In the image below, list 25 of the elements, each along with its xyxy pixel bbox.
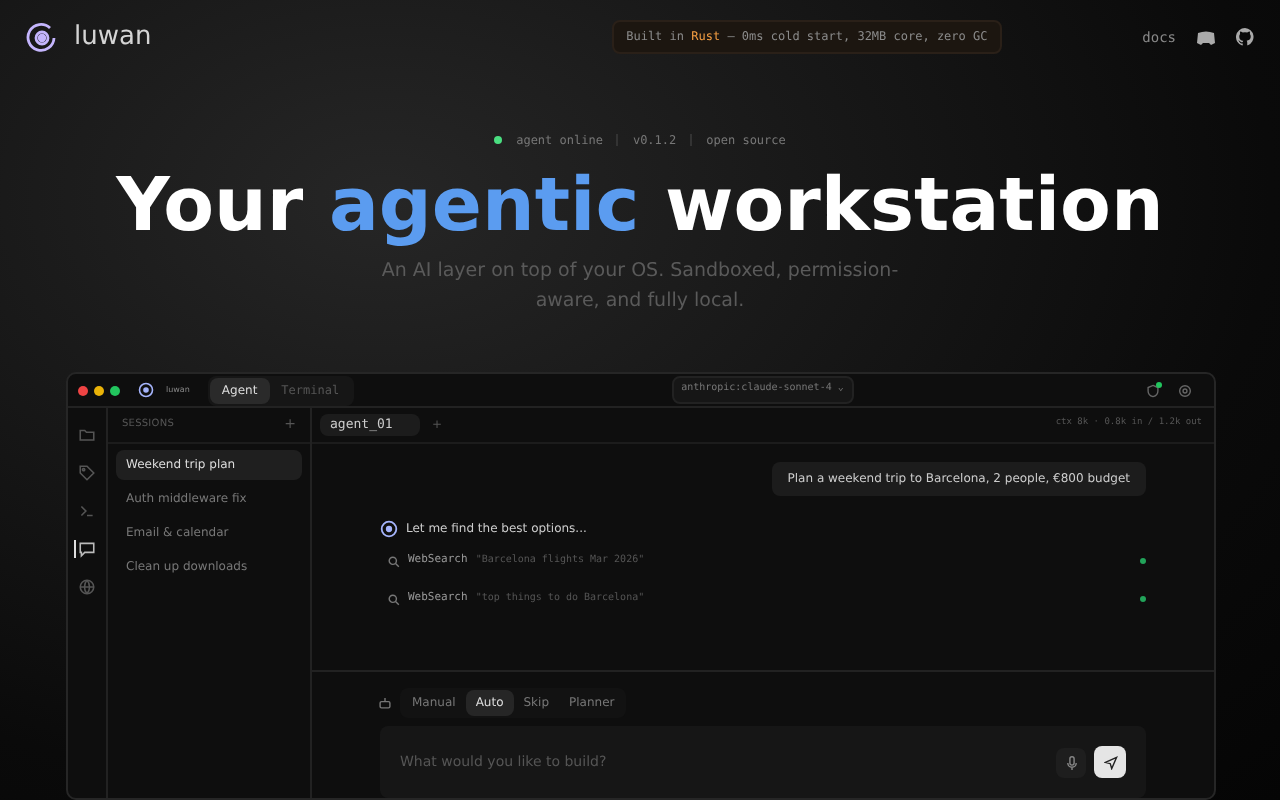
send-button[interactable] <box>1094 746 1126 778</box>
active-indicator <box>74 540 76 558</box>
folder-icon[interactable] <box>78 426 96 444</box>
hero-title: Your agentic workstation <box>113 161 1166 249</box>
search-icon <box>388 593 400 605</box>
globe-icon[interactable] <box>78 578 96 596</box>
terminal-icon[interactable] <box>78 502 96 520</box>
shield-icon[interactable] <box>1146 383 1160 397</box>
hero-subtitle: An AI layer on top of your OS. Sandboxed, permission-aware, and fully local. <box>379 257 901 315</box>
settings-icon[interactable] <box>1178 383 1192 397</box>
github-icon[interactable] <box>1236 28 1254 47</box>
robot-icon <box>378 696 392 710</box>
logo-icon <box>26 21 58 54</box>
send-icon <box>1103 755 1117 769</box>
microphone-button[interactable] <box>1056 747 1086 777</box>
chat-icon[interactable] <box>78 540 96 558</box>
logo-icon <box>138 382 154 398</box>
close-button[interactable] <box>78 385 88 395</box>
maximize-button[interactable] <box>110 385 120 395</box>
search-icon <box>388 555 400 567</box>
tag-icon[interactable] <box>78 464 96 482</box>
microphone-icon <box>1065 755 1077 769</box>
logo-text: luwan <box>74 20 152 56</box>
minimize-button[interactable] <box>94 385 104 395</box>
agent-avatar-icon <box>380 520 398 538</box>
